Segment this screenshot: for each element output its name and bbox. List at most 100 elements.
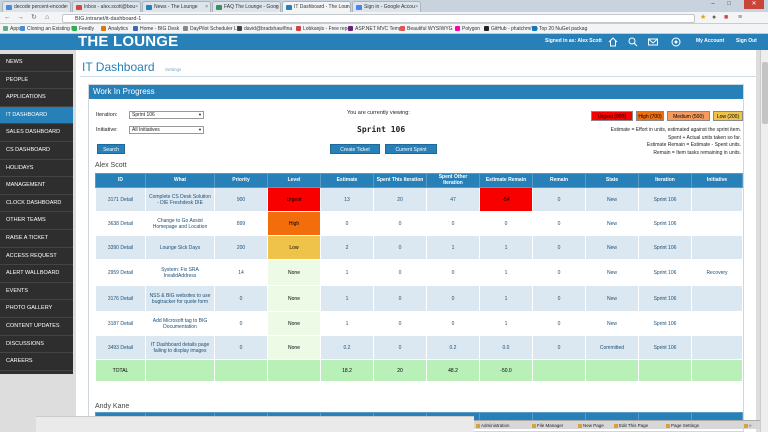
- item-title-link[interactable]: Change to Go Assist Homepage and Locatio…: [145, 211, 215, 236]
- home-icon[interactable]: [608, 37, 618, 47]
- bookmark-item[interactable]: Feedly: [72, 25, 94, 33]
- extension-icon[interactable]: ■: [724, 14, 728, 22]
- home-icon[interactable]: ⌂: [45, 14, 49, 22]
- column-header[interactable]: Spent Other Iteration: [426, 173, 480, 188]
- mail-icon[interactable]: [648, 37, 658, 47]
- bookmark-item[interactable]: Top 20 NuGet packag: [532, 25, 587, 33]
- iteration-select[interactable]: Sprint 106: [129, 111, 204, 119]
- column-header[interactable]: Estimate: [320, 173, 374, 188]
- cms-toolbar-item[interactable]: Administration: [476, 422, 510, 429]
- column-header[interactable]: Level: [267, 173, 321, 188]
- item-title-link[interactable]: NSS & BIG websites to use bugtracker for…: [145, 285, 215, 312]
- sidebar-item-careers[interactable]: CAREERS: [0, 353, 73, 371]
- bookmark-item[interactable]: ASP.NET MVC Templ: [348, 25, 403, 33]
- browser-tab[interactable]: FAQ The Lounge - Goog ×: [212, 1, 281, 12]
- site-logo[interactable]: THE LOUNGE: [78, 34, 178, 50]
- search-icon[interactable]: [628, 37, 638, 47]
- extension-icon[interactable]: ●: [712, 14, 716, 22]
- column-header[interactable]: Spent This Iteration: [373, 173, 427, 188]
- sidebar-item-other-teams[interactable]: OTHER TEAMS: [0, 212, 73, 230]
- maximize-button[interactable]: □: [722, 0, 736, 9]
- bookmark-item[interactable]: Apps: [3, 25, 21, 33]
- browser-tab[interactable]: Inbox - alex.scott@bou ×: [72, 1, 141, 12]
- sidebar-item-holidays[interactable]: HOLIDAYS: [0, 160, 73, 178]
- sidebar-item-content-updates[interactable]: CONTENT UPDATES: [0, 318, 73, 336]
- sign-out-link[interactable]: Sign Out: [736, 38, 757, 45]
- column-header[interactable]: Remain: [532, 173, 586, 188]
- item-title-link[interactable]: Complete CS Desk Solution - DIE Freshdes…: [145, 187, 215, 212]
- item-title-link[interactable]: Add Microsoft tag to BIG Documentation: [145, 311, 215, 336]
- url-input[interactable]: BIG.intranet/it-dashboard-1: [62, 14, 695, 23]
- cms-toolbar-item[interactable]: Page Settings: [666, 422, 699, 429]
- back-icon[interactable]: ←: [4, 14, 11, 22]
- sidebar-item-people[interactable]: PEOPLE: [0, 72, 73, 90]
- collapse-icon[interactable]: »: [744, 422, 752, 429]
- settings-link[interactable]: Settings: [165, 67, 181, 72]
- settings-menu-icon[interactable]: ≡: [738, 14, 742, 22]
- cms-toolbar-item[interactable]: New Page: [578, 422, 604, 429]
- column-header[interactable]: Priority: [214, 173, 268, 188]
- column-header[interactable]: ID: [95, 173, 146, 188]
- tab-close-icon[interactable]: ×: [65, 4, 68, 10]
- detail-link[interactable]: Detail: [120, 245, 133, 251]
- search-button[interactable]: Search: [97, 144, 125, 154]
- bookmark-item[interactable]: Lobkanjis - Free repos: [296, 25, 353, 33]
- column-header[interactable]: State: [585, 173, 639, 188]
- item-title-link[interactable]: System: Fix SRA InvalidAddress: [145, 259, 215, 286]
- browser-tab[interactable]: IT Dashboard - The Loun ×: [282, 1, 351, 12]
- close-window-button[interactable]: ✕: [744, 0, 764, 9]
- browser-tab[interactable]: News - The Lounge ×: [142, 1, 211, 12]
- tab-close-icon[interactable]: ×: [275, 4, 278, 10]
- detail-link[interactable]: Detail: [120, 221, 133, 227]
- detail-link[interactable]: Detail: [120, 345, 133, 351]
- sidebar-item-sales-dashboard[interactable]: SALES DASHBOARD: [0, 124, 73, 142]
- sidebar-item-access-request[interactable]: ACCESS REQUEST: [0, 248, 73, 266]
- minimize-button[interactable]: –: [706, 0, 720, 9]
- item-title-link[interactable]: IT Dashboard details page failing to dis…: [145, 335, 215, 360]
- forward-icon[interactable]: →: [17, 14, 24, 22]
- page-scrollbar[interactable]: [760, 50, 768, 432]
- tab-close-icon[interactable]: ×: [345, 4, 348, 10]
- tab-close-icon[interactable]: ×: [415, 4, 418, 10]
- tab-close-icon[interactable]: ×: [205, 4, 208, 10]
- sidebar-item-management[interactable]: MANAGEMENT: [0, 177, 73, 195]
- tab-close-icon[interactable]: ×: [135, 4, 138, 10]
- current-sprint-button[interactable]: Current Sprint: [385, 144, 437, 154]
- detail-link[interactable]: Detail: [120, 296, 133, 302]
- bookmark-item[interactable]: Polygon: [455, 25, 480, 33]
- column-header[interactable]: Estimate Remain: [479, 173, 533, 188]
- bookmark-item[interactable]: GitHub - phatchm/Co: [484, 25, 538, 33]
- bookmark-item[interactable]: david@bradshaw/fina: [237, 25, 292, 33]
- browser-tab[interactable]: Sign in - Google Accou ×: [352, 1, 421, 12]
- scrollbar-thumb[interactable]: [762, 62, 768, 124]
- column-header[interactable]: What: [145, 173, 215, 188]
- sidebar-item-alert-wallboard[interactable]: ALERT WALLBOARD: [0, 265, 73, 283]
- bookmark-item[interactable]: DayPilot Scheduler Li: [183, 25, 238, 33]
- cms-toolbar-item[interactable]: Edit This Page: [614, 422, 648, 429]
- create-ticket-button[interactable]: Create Ticket: [330, 144, 380, 154]
- cms-toolbar-item[interactable]: File Manager: [532, 422, 563, 429]
- star-icon[interactable]: ★: [700, 14, 706, 22]
- bookmark-item[interactable]: Cloning an Existing F: [20, 25, 74, 33]
- initiative-select[interactable]: All Initiatives: [129, 126, 204, 134]
- browser-tab[interactable]: decode percent-encode ×: [2, 1, 71, 12]
- detail-link[interactable]: Detail: [120, 270, 133, 276]
- bookmark-item[interactable]: Analytics: [101, 25, 128, 33]
- sidebar-item-photo-gallery[interactable]: PHOTO GALLERY: [0, 300, 73, 318]
- sidebar-item-news[interactable]: NEWS: [0, 54, 73, 72]
- sidebar-item-cs-dashboard[interactable]: CS DASHBOARD: [0, 142, 73, 160]
- column-header[interactable]: Iteration: [638, 173, 692, 188]
- sidebar-item-raise-a-ticket[interactable]: RAISE A TICKET: [0, 230, 73, 248]
- bookmark-item[interactable]: Home - BIG Desk: [133, 25, 179, 33]
- column-header[interactable]: Initiative: [691, 173, 743, 188]
- sidebar-item-clock-dashboard[interactable]: CLOCK DASHBOARD: [0, 195, 73, 213]
- sidebar-item-it-dashboard[interactable]: IT DASHBOARD: [0, 106, 73, 125]
- my-account-link[interactable]: My Account: [696, 38, 724, 45]
- detail-link[interactable]: Detail: [120, 321, 133, 327]
- reload-icon[interactable]: ↻: [31, 14, 37, 22]
- detail-link[interactable]: Detail: [120, 197, 133, 203]
- item-title-link[interactable]: Lounge Sick Days: [145, 235, 215, 260]
- sidebar-item-applications[interactable]: APPLICATIONS: [0, 89, 73, 107]
- account-icon[interactable]: [671, 37, 681, 47]
- sidebar-item-events[interactable]: EVENTS: [0, 283, 73, 301]
